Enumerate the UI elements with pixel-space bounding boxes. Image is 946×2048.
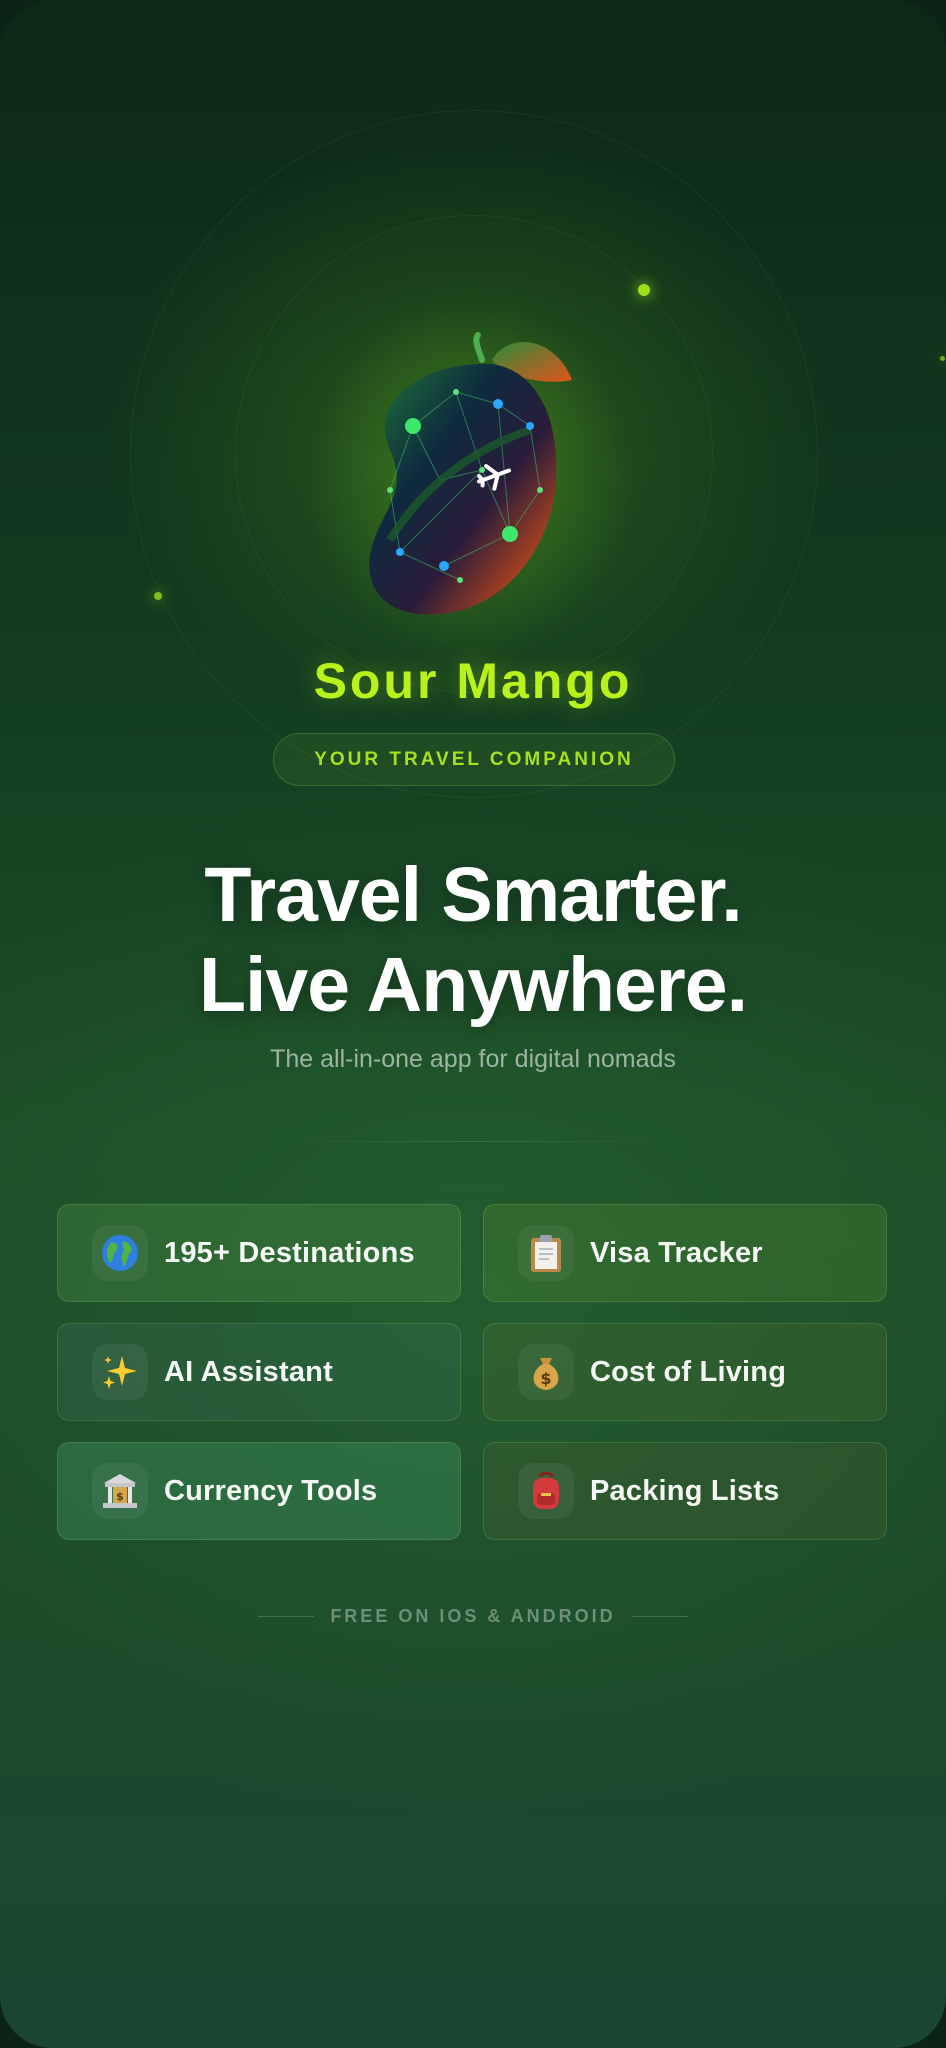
headline-line-2: Live Anywhere.: [198, 942, 748, 1028]
sparkles-icon: [92, 1344, 148, 1400]
headline-line-1: Travel Smarter.: [204, 852, 742, 938]
feature-card-ai-assistant[interactable]: AI Assistant: [57, 1323, 461, 1421]
feature-label: Packing Lists: [590, 1474, 780, 1507]
svg-text:$: $: [540, 1369, 551, 1388]
feature-card-cost-of-living[interactable]: $ Cost of Living: [483, 1323, 887, 1421]
feature-card-packing-lists[interactable]: Packing Lists: [483, 1442, 887, 1540]
hero-subtitle: The all-in-one app for digital nomads: [270, 1045, 676, 1073]
tagline-badge: YOUR TRAVEL COMPANION: [273, 733, 675, 786]
glow-particle: [940, 356, 945, 361]
hero-headline: Travel Smarter. Live Anywhere.: [0, 850, 946, 1030]
footer-line-right: [631, 1616, 688, 1617]
feature-label: Visa Tracker: [590, 1236, 763, 1269]
mango-globe-icon: [369, 332, 572, 615]
glow-particle: [638, 284, 650, 296]
feature-card-destinations[interactable]: 195+ Destinations: [57, 1204, 461, 1302]
section-divider: [290, 1141, 656, 1142]
globe-icon: [92, 1225, 148, 1281]
feature-label: 195+ Destinations: [164, 1236, 415, 1269]
availability-text: FREE ON IOS & ANDROID: [330, 1606, 616, 1626]
bank-icon: $: [92, 1463, 148, 1519]
footer-line-left: [258, 1616, 315, 1617]
feature-label: Currency Tools: [164, 1474, 378, 1507]
feature-card-visa-tracker[interactable]: Visa Tracker: [483, 1204, 887, 1302]
tagline-text: YOUR TRAVEL COMPANION: [314, 748, 634, 770]
app-name: Sour Mango: [313, 653, 633, 709]
welcome-screen: Sour Mango YOUR TRAVEL COMPANION Travel …: [0, 0, 946, 2048]
money-bag-icon: $: [518, 1344, 574, 1400]
glow-particle: [154, 592, 162, 600]
availability-footer: FREE ON IOS & ANDROID: [0, 1606, 946, 1627]
clipboard-icon: [518, 1225, 574, 1281]
svg-text:$: $: [116, 1490, 124, 1503]
feature-card-currency-tools[interactable]: $ Currency Tools: [57, 1442, 461, 1540]
feature-label: Cost of Living: [590, 1355, 787, 1388]
feature-label: AI Assistant: [164, 1355, 333, 1388]
backpack-icon: [518, 1463, 574, 1519]
